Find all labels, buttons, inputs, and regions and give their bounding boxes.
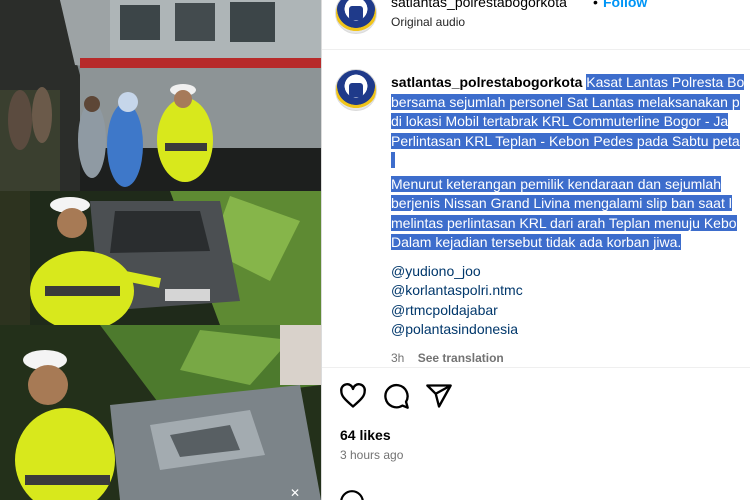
caption-line: Perlintasan KRL Teplan - Kebon Pedes pad… bbox=[391, 132, 740, 149]
caption-meta: 3h See translation bbox=[391, 351, 514, 365]
emoji-icon[interactable] bbox=[339, 489, 365, 500]
heart-icon[interactable] bbox=[339, 382, 367, 410]
mention-list: @yudiono_joo @korlantaspolri.ntmc @rtmcp… bbox=[391, 262, 750, 340]
mention-link[interactable]: @polantasindonesia bbox=[391, 320, 750, 340]
mention-link[interactable]: @rtmcpoldajabar bbox=[391, 301, 750, 321]
caption-username[interactable]: satlantas_polrestabogorkota bbox=[391, 74, 582, 90]
caption-area: satlantas_polrestabogorkota Kasat Lantas… bbox=[322, 51, 750, 367]
post-time-short: 3h bbox=[391, 351, 405, 365]
caption-line: bersama sejumlah personel Sat Lantas mel… bbox=[391, 93, 740, 110]
photo-officer-car bbox=[0, 191, 321, 325]
follow-button[interactable]: Follow bbox=[603, 0, 647, 10]
separator-dot: • bbox=[593, 0, 598, 10]
see-translation-link[interactable]: See translation bbox=[418, 351, 504, 365]
likes-count[interactable]: 64 likes bbox=[340, 427, 391, 443]
caption-line: Kasat Lantas Polresta Bo bbox=[586, 74, 745, 90]
profile-avatar[interactable] bbox=[335, 0, 377, 34]
caption-line: di lokasi Mobil tertabrak KRL Commuterli… bbox=[391, 113, 729, 129]
post-time: 3 hours ago bbox=[340, 448, 404, 462]
photo-wrecked-car: ✕ bbox=[0, 325, 321, 500]
mention-link[interactable]: @yudiono_joo bbox=[391, 262, 750, 282]
photo-train-scene bbox=[0, 0, 321, 191]
post-header: satlantas_polrestabogorkota • Follow Ori… bbox=[322, 0, 750, 50]
header-username[interactable]: satlantas_polrestabogorkota bbox=[391, 0, 567, 10]
share-icon[interactable] bbox=[425, 382, 453, 410]
comment-icon[interactable] bbox=[382, 382, 410, 410]
caption-text: satlantas_polrestabogorkota Kasat Lantas… bbox=[391, 73, 750, 340]
post-panel: satlantas_polrestabogorkota • Follow Ori… bbox=[321, 0, 750, 500]
caption-line: Menurut keterangan pemilik kendaraan dan… bbox=[391, 175, 721, 192]
caption-line: berjenis Nissan Grand Livina mengalami s… bbox=[391, 195, 732, 211]
caption-avatar[interactable] bbox=[335, 69, 377, 111]
caption-blank-highlight bbox=[391, 152, 395, 168]
action-bar bbox=[322, 367, 750, 423]
post-media[interactable]: ✕ bbox=[0, 0, 321, 500]
original-audio-link[interactable]: Original audio bbox=[391, 15, 465, 29]
svg-text:✕: ✕ bbox=[290, 486, 300, 500]
caption-line: melintas perlintasan KRL dari arah Tepla… bbox=[391, 214, 737, 231]
mention-link[interactable]: @korlantaspolri.ntmc bbox=[391, 281, 750, 301]
caption-line: Dalam kejadian tersebut tidak ada korban… bbox=[391, 234, 682, 250]
